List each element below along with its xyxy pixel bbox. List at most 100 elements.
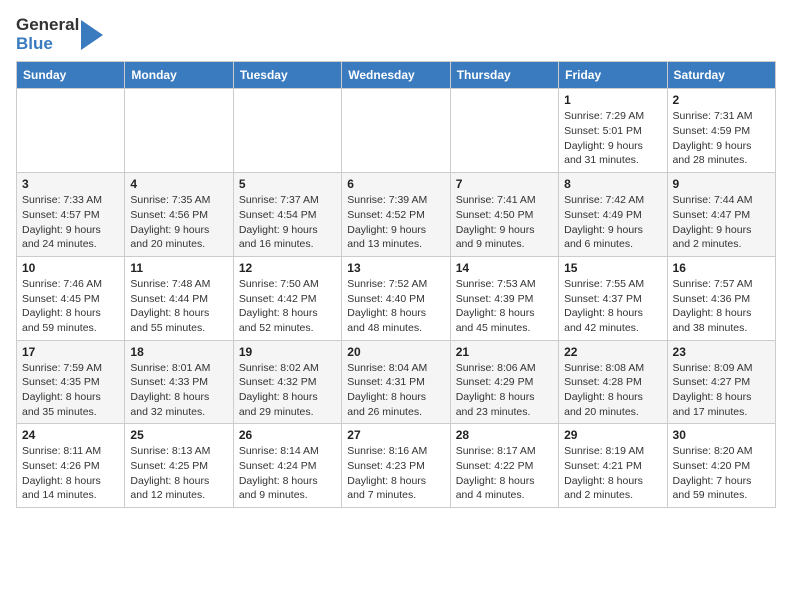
calendar-cell	[17, 89, 125, 173]
calendar-cell: 20Sunrise: 8:04 AMSunset: 4:31 PMDayligh…	[342, 340, 450, 424]
day-info: Sunrise: 8:09 AMSunset: 4:27 PMDaylight:…	[673, 361, 770, 420]
day-info: Sunrise: 7:35 AMSunset: 4:56 PMDaylight:…	[130, 193, 227, 252]
weekday-header-tuesday: Tuesday	[233, 62, 341, 89]
day-info: Sunrise: 7:39 AMSunset: 4:52 PMDaylight:…	[347, 193, 444, 252]
calendar-cell: 10 Sunrise: 7:46 AMSunset: 4:45 PMDayligh…	[17, 256, 125, 340]
logo-blue-text: Blue	[16, 35, 53, 54]
weekday-header-saturday: Saturday	[667, 62, 775, 89]
day-number: 18	[130, 345, 227, 359]
day-number: 4	[130, 177, 227, 191]
day-number: 15	[564, 261, 661, 275]
calendar-cell: 5 Sunrise: 7:37 AMSunset: 4:54 PMDaylight…	[233, 173, 341, 257]
weekday-header-wednesday: Wednesday	[342, 62, 450, 89]
day-number: 29	[564, 428, 661, 442]
day-number: 2	[673, 93, 770, 107]
calendar-cell	[125, 89, 233, 173]
weekday-header-thursday: Thursday	[450, 62, 558, 89]
day-number: 6	[347, 177, 444, 191]
day-info: Sunrise: 7:48 AMSunset: 4:44 PMDaylight:…	[130, 277, 227, 336]
day-info: Sunrise: 7:31 AMSunset: 4:59 PMDaylight:…	[673, 109, 770, 168]
calendar-cell: 19 Sunrise: 8:02 AMSunset: 4:32 PMDayligh…	[233, 340, 341, 424]
day-number: 30	[673, 428, 770, 442]
day-info: Sunrise: 7:55 AMSunset: 4:37 PMDaylight:…	[564, 277, 661, 336]
day-number: 7	[456, 177, 553, 191]
weekday-header-sunday: Sunday	[17, 62, 125, 89]
day-info: Sunrise: 7:52 AMSunset: 4:40 PMDaylight:…	[347, 277, 444, 336]
calendar-cell: 27 Sunrise: 8:16 AMSunset: 4:23 PMDayligh…	[342, 424, 450, 508]
day-number: 19	[239, 345, 336, 359]
calendar-cell: 28Sunrise: 8:17 AMSunset: 4:22 PMDayligh…	[450, 424, 558, 508]
day-number: 23	[673, 345, 770, 359]
calendar-cell: 1 Sunrise: 7:29 AMSunset: 5:01 PMDaylight…	[559, 89, 667, 173]
day-info: Sunrise: 7:44 AMSunset: 4:47 PMDaylight:…	[673, 193, 770, 252]
calendar-cell: 29 Sunrise: 8:19 AMSunset: 4:21 PMDayligh…	[559, 424, 667, 508]
day-info: Sunrise: 8:17 AMSunset: 4:22 PMDaylight:…	[456, 444, 553, 503]
calendar-cell: 15 Sunrise: 7:55 AMSunset: 4:37 PMDayligh…	[559, 256, 667, 340]
calendar-week-4: 17Sunrise: 7:59 AMSunset: 4:35 PMDayligh…	[17, 340, 776, 424]
calendar-cell: 7 Sunrise: 7:41 AMSunset: 4:50 PMDaylight…	[450, 173, 558, 257]
day-number: 25	[130, 428, 227, 442]
day-number: 8	[564, 177, 661, 191]
calendar-table: SundayMondayTuesdayWednesdayThursdayFrid…	[16, 61, 776, 508]
calendar-cell: 13Sunrise: 7:52 AMSunset: 4:40 PMDayligh…	[342, 256, 450, 340]
calendar-cell: 23 Sunrise: 8:09 AMSunset: 4:27 PMDayligh…	[667, 340, 775, 424]
calendar-cell: 17Sunrise: 7:59 AMSunset: 4:35 PMDayligh…	[17, 340, 125, 424]
calendar-cell: 4 Sunrise: 7:35 AMSunset: 4:56 PMDaylight…	[125, 173, 233, 257]
day-info: Sunrise: 7:46 AMSunset: 4:45 PMDaylight:…	[22, 277, 119, 336]
day-number: 21	[456, 345, 553, 359]
day-info: Sunrise: 7:41 AMSunset: 4:50 PMDaylight:…	[456, 193, 553, 252]
day-info: Sunrise: 8:01 AMSunset: 4:33 PMDaylight:…	[130, 361, 227, 420]
calendar-cell	[342, 89, 450, 173]
day-info: Sunrise: 7:42 AMSunset: 4:49 PMDaylight:…	[564, 193, 661, 252]
page-header: General Blue	[16, 16, 776, 53]
calendar-week-1: 1 Sunrise: 7:29 AMSunset: 5:01 PMDaylight…	[17, 89, 776, 173]
day-number: 12	[239, 261, 336, 275]
day-number: 5	[239, 177, 336, 191]
calendar-cell: 6 Sunrise: 7:39 AMSunset: 4:52 PMDaylight…	[342, 173, 450, 257]
day-number: 1	[564, 93, 661, 107]
day-info: Sunrise: 8:20 AMSunset: 4:20 PMDaylight:…	[673, 444, 770, 503]
calendar-cell: 3Sunrise: 7:33 AMSunset: 4:57 PMDaylight…	[17, 173, 125, 257]
day-info: Sunrise: 8:14 AMSunset: 4:24 PMDaylight:…	[239, 444, 336, 503]
day-number: 10	[22, 261, 119, 275]
day-info: Sunrise: 7:29 AMSunset: 5:01 PMDaylight:…	[564, 109, 661, 168]
weekday-header-row: SundayMondayTuesdayWednesdayThursdayFrid…	[17, 62, 776, 89]
day-number: 27	[347, 428, 444, 442]
day-number: 24	[22, 428, 119, 442]
day-info: Sunrise: 7:37 AMSunset: 4:54 PMDaylight:…	[239, 193, 336, 252]
calendar-cell: 22Sunrise: 8:08 AMSunset: 4:28 PMDayligh…	[559, 340, 667, 424]
calendar-week-2: 3Sunrise: 7:33 AMSunset: 4:57 PMDaylight…	[17, 173, 776, 257]
day-info: Sunrise: 8:06 AMSunset: 4:29 PMDaylight:…	[456, 361, 553, 420]
day-info: Sunrise: 8:02 AMSunset: 4:32 PMDaylight:…	[239, 361, 336, 420]
day-info: Sunrise: 8:19 AMSunset: 4:21 PMDaylight:…	[564, 444, 661, 503]
weekday-header-monday: Monday	[125, 62, 233, 89]
calendar-cell: 11 Sunrise: 7:48 AMSunset: 4:44 PMDayligh…	[125, 256, 233, 340]
calendar-cell: 2 Sunrise: 7:31 AMSunset: 4:59 PMDaylight…	[667, 89, 775, 173]
calendar-cell	[233, 89, 341, 173]
day-info: Sunrise: 7:57 AMSunset: 4:36 PMDaylight:…	[673, 277, 770, 336]
calendar-cell	[450, 89, 558, 173]
day-info: Sunrise: 8:11 AMSunset: 4:26 PMDaylight:…	[22, 444, 119, 503]
calendar-cell: 8 Sunrise: 7:42 AMSunset: 4:49 PMDaylight…	[559, 173, 667, 257]
logo-general-text: General	[16, 16, 79, 35]
day-number: 3	[22, 177, 119, 191]
day-info: Sunrise: 7:50 AMSunset: 4:42 PMDaylight:…	[239, 277, 336, 336]
day-info: Sunrise: 7:59 AMSunset: 4:35 PMDaylight:…	[22, 361, 119, 420]
logo: General Blue	[16, 16, 103, 53]
logo-row: General Blue	[16, 16, 103, 53]
calendar-cell: 24 Sunrise: 8:11 AMSunset: 4:26 PMDayligh…	[17, 424, 125, 508]
day-info: Sunrise: 8:16 AMSunset: 4:23 PMDaylight:…	[347, 444, 444, 503]
calendar-cell: 14 Sunrise: 7:53 AMSunset: 4:39 PMDayligh…	[450, 256, 558, 340]
calendar-cell: 30 Sunrise: 8:20 AMSunset: 4:20 PMDayligh…	[667, 424, 775, 508]
day-number: 9	[673, 177, 770, 191]
calendar-cell: 26Sunrise: 8:14 AMSunset: 4:24 PMDayligh…	[233, 424, 341, 508]
day-number: 11	[130, 261, 227, 275]
calendar-week-3: 10 Sunrise: 7:46 AMSunset: 4:45 PMDayligh…	[17, 256, 776, 340]
calendar-cell: 12 Sunrise: 7:50 AMSunset: 4:42 PMDayligh…	[233, 256, 341, 340]
calendar-cell: 16Sunrise: 7:57 AMSunset: 4:36 PMDayligh…	[667, 256, 775, 340]
day-info: Sunrise: 7:53 AMSunset: 4:39 PMDaylight:…	[456, 277, 553, 336]
day-number: 20	[347, 345, 444, 359]
calendar-cell: 21 Sunrise: 8:06 AMSunset: 4:29 PMDayligh…	[450, 340, 558, 424]
day-number: 22	[564, 345, 661, 359]
day-number: 14	[456, 261, 553, 275]
